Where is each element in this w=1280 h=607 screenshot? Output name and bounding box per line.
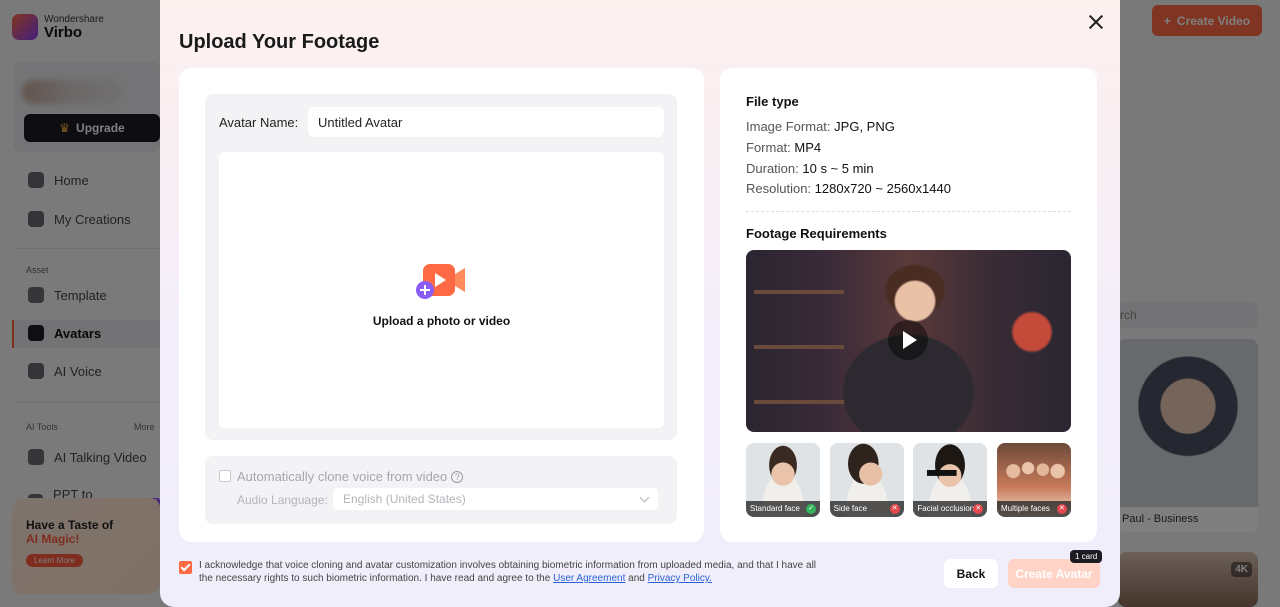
audio-language-value: English (United States): [343, 492, 466, 506]
play-icon[interactable]: [888, 320, 928, 360]
acknowledge-text: I acknowledge that voice cloning and ava…: [199, 559, 819, 585]
requirement-facial-occlusion: Facial occlusion ✕: [913, 443, 988, 517]
clone-voice-label: Automatically clone voice from video: [237, 469, 448, 484]
create-avatar-button[interactable]: Create Avatar: [1008, 559, 1100, 588]
duration-line: Duration: 10 s ~ 5 min: [746, 161, 874, 176]
avatar-name-area: Avatar Name: Upload a photo or video: [205, 94, 677, 440]
clone-voice-label-wrap: Automatically clone voice from video?: [237, 469, 464, 484]
cross-icon: ✕: [1056, 504, 1067, 514]
upload-dropzone[interactable]: Upload a photo or video: [219, 152, 664, 428]
user-agreement-link[interactable]: User Agreement: [553, 573, 625, 584]
spec-value: 10 s ~ 5 min: [802, 161, 874, 176]
cross-icon: ✕: [889, 504, 900, 514]
requirement-standard-face: Standard face ✓: [746, 443, 820, 517]
acknowledge-body: I acknowledge that voice cloning and ava…: [199, 560, 817, 584]
section-divider: [746, 211, 1071, 212]
upload-panel: Avatar Name: Upload a photo or video Aut…: [179, 68, 704, 542]
avatar-name-label: Avatar Name:: [219, 115, 299, 130]
help-icon[interactable]: ?: [451, 471, 464, 483]
upload-footage-modal: Upload Your Footage Avatar Name: Upload …: [160, 0, 1120, 607]
audio-language-select[interactable]: English (United States): [333, 488, 658, 510]
spec-label: Resolution:: [746, 181, 812, 196]
avatar-name-input[interactable]: [308, 107, 664, 137]
check-icon: ✓: [806, 504, 816, 514]
spec-label: Image Format:: [746, 119, 831, 134]
requirement-examples: Standard face ✓ Side face ✕ Facial occlu…: [746, 443, 1071, 517]
privacy-policy-link[interactable]: Privacy Policy.: [648, 573, 712, 584]
upload-text: Upload a photo or video: [372, 314, 511, 328]
shelf-decoration: [754, 400, 844, 404]
audio-language-label: Audio Language:: [237, 493, 328, 507]
requirement-side-face: Side face ✕: [829, 443, 904, 517]
shelf-decoration: [754, 345, 844, 349]
clone-voice-checkbox[interactable]: [219, 470, 231, 482]
upload-video-icon: [416, 264, 465, 299]
spec-label: Format:: [746, 140, 791, 155]
chevron-down-icon: [639, 492, 650, 503]
acknowledge-and: and: [628, 573, 645, 584]
format-line: Format: MP4: [746, 140, 821, 155]
back-button[interactable]: Back: [944, 559, 998, 588]
sample-video[interactable]: [746, 250, 1071, 432]
image-format-line: Image Format: JPG, PNG: [746, 119, 895, 134]
spec-value: MP4: [794, 140, 822, 155]
spec-value: 1280x720 ~ 2560x1440: [814, 181, 951, 196]
card-cost-badge: 1 card: [1070, 550, 1103, 563]
spec-value: JPG, PNG: [834, 119, 895, 134]
requirements-panel: File type Image Format: JPG, PNG Format:…: [720, 68, 1097, 542]
spec-label: Duration:: [746, 161, 799, 176]
close-icon[interactable]: [1084, 10, 1108, 34]
clone-voice-area: Automatically clone voice from video? Au…: [205, 456, 677, 524]
file-type-heading: File type: [746, 94, 799, 109]
resolution-line: Resolution: 1280x720 ~ 2560x1440: [746, 181, 951, 196]
footage-requirements-heading: Footage Requirements: [746, 226, 887, 241]
requirement-multiple-faces: Multiple faces ✕: [996, 443, 1071, 517]
modal-title: Upload Your Footage: [179, 31, 380, 53]
shelf-decoration: [754, 290, 844, 294]
acknowledge-checkbox[interactable]: [179, 561, 192, 574]
